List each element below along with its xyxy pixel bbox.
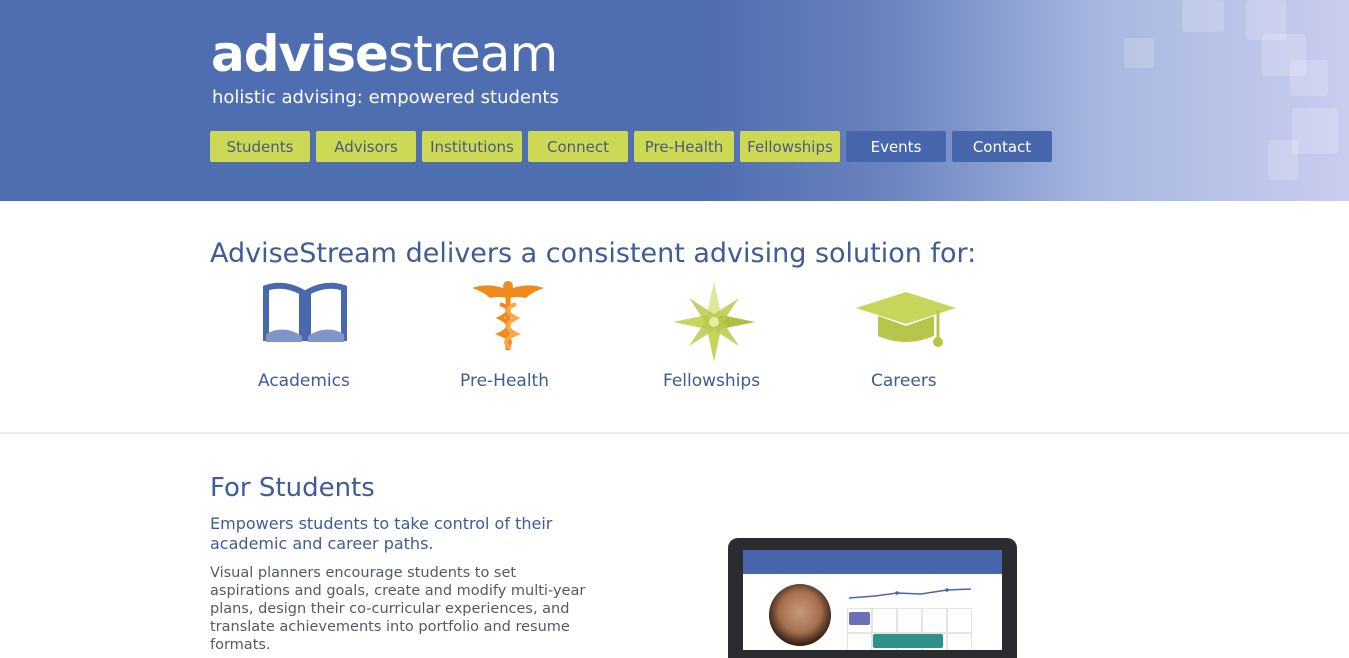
main-nav: Students Advisors Institutions Connect P… bbox=[210, 131, 1052, 162]
header-decoration bbox=[1292, 108, 1338, 154]
nav-pre-health[interactable]: Pre-Health bbox=[634, 131, 734, 162]
header-decoration bbox=[1124, 38, 1154, 68]
for-students-heading: For Students bbox=[210, 473, 375, 503]
laptop-screen bbox=[743, 550, 1002, 650]
planner-event-block bbox=[849, 612, 870, 625]
nav-fellowships[interactable]: Fellowships bbox=[740, 131, 840, 162]
nav-events[interactable]: Events bbox=[846, 131, 946, 162]
nav-connect[interactable]: Connect bbox=[528, 131, 628, 162]
section-divider bbox=[0, 432, 1349, 434]
site-header: advisestream holistic advising: empowere… bbox=[0, 0, 1349, 201]
screen-header-bar bbox=[743, 550, 1002, 574]
nav-contact[interactable]: Contact bbox=[952, 131, 1052, 162]
solution-careers-label[interactable]: Careers bbox=[871, 371, 937, 391]
header-decoration bbox=[1290, 60, 1328, 96]
student-avatar bbox=[769, 584, 831, 646]
solution-academics-label[interactable]: Academics bbox=[258, 371, 350, 391]
for-students-body: Visual planners encourage students to se… bbox=[210, 565, 586, 653]
open-book-icon[interactable] bbox=[262, 282, 348, 344]
header-decoration bbox=[1268, 140, 1298, 180]
solution-pre-health-label[interactable]: Pre-Health bbox=[460, 371, 549, 391]
logo-light-text: stream bbox=[387, 25, 558, 83]
site-tagline: holistic advising: empowered students bbox=[212, 87, 559, 108]
graduation-cap-icon[interactable] bbox=[854, 290, 958, 350]
logo-bold-text: advise bbox=[211, 25, 389, 83]
compass-star-icon[interactable] bbox=[673, 282, 755, 362]
header-decoration bbox=[1182, 0, 1224, 32]
caduceus-icon[interactable] bbox=[470, 280, 546, 354]
planner-event-block bbox=[873, 634, 943, 648]
nav-students[interactable]: Students bbox=[210, 131, 310, 162]
solution-fellowships-label[interactable]: Fellowships bbox=[663, 371, 760, 391]
for-students-subtitle: Empowers students to take control of the… bbox=[210, 514, 553, 553]
nav-advisors[interactable]: Advisors bbox=[316, 131, 416, 162]
solutions-heading: AdviseStream delivers a consistent advis… bbox=[210, 238, 977, 269]
progress-line-chart bbox=[848, 588, 972, 599]
site-logo[interactable]: advisestream bbox=[211, 25, 558, 83]
nav-institutions[interactable]: Institutions bbox=[422, 131, 522, 162]
